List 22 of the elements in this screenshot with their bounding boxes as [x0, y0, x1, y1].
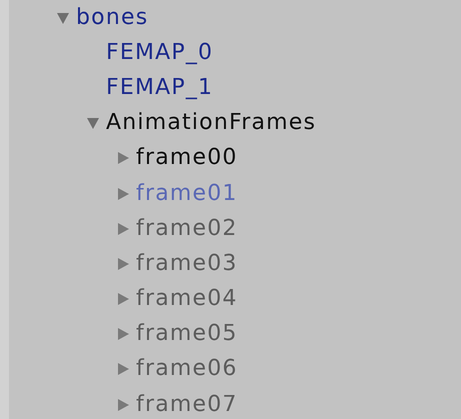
collapsed-arrow-icon[interactable]	[116, 362, 130, 376]
hierarchy-item[interactable]: frame06	[136, 358, 238, 380]
collapsed-arrow-icon[interactable]	[116, 327, 130, 342]
hierarchy-item[interactable]: frame04	[136, 288, 238, 310]
expanded-arrow-icon[interactable]	[56, 10, 70, 25]
collapsed-arrow-icon[interactable]	[116, 292, 130, 306]
collapsed-arrow-icon[interactable]	[116, 398, 130, 412]
hierarchy-item[interactable]: AnimationFrames	[106, 112, 316, 134]
collapsed-arrow-icon[interactable]	[116, 186, 130, 201]
hierarchy-item[interactable]: frame01	[136, 182, 238, 205]
hierarchy-item[interactable]: frame00	[136, 147, 238, 170]
collapsed-arrow-icon[interactable]	[116, 256, 130, 271]
collapsed-arrow-icon[interactable]	[116, 151, 130, 166]
hierarchy-item[interactable]: frame07	[136, 394, 238, 416]
hierarchy-item[interactable]: bones	[76, 6, 148, 29]
hierarchy-item[interactable]: FEMAP_0	[106, 42, 214, 64]
expanded-arrow-icon[interactable]	[86, 116, 100, 130]
hierarchy-item[interactable]: FEMAP_1	[106, 76, 214, 99]
collapsed-arrow-icon[interactable]	[116, 222, 130, 236]
hierarchy-item[interactable]: frame03	[136, 252, 238, 275]
hierarchy-item[interactable]: frame02	[136, 218, 238, 240]
hierarchy-item[interactable]: frame05	[136, 323, 238, 346]
